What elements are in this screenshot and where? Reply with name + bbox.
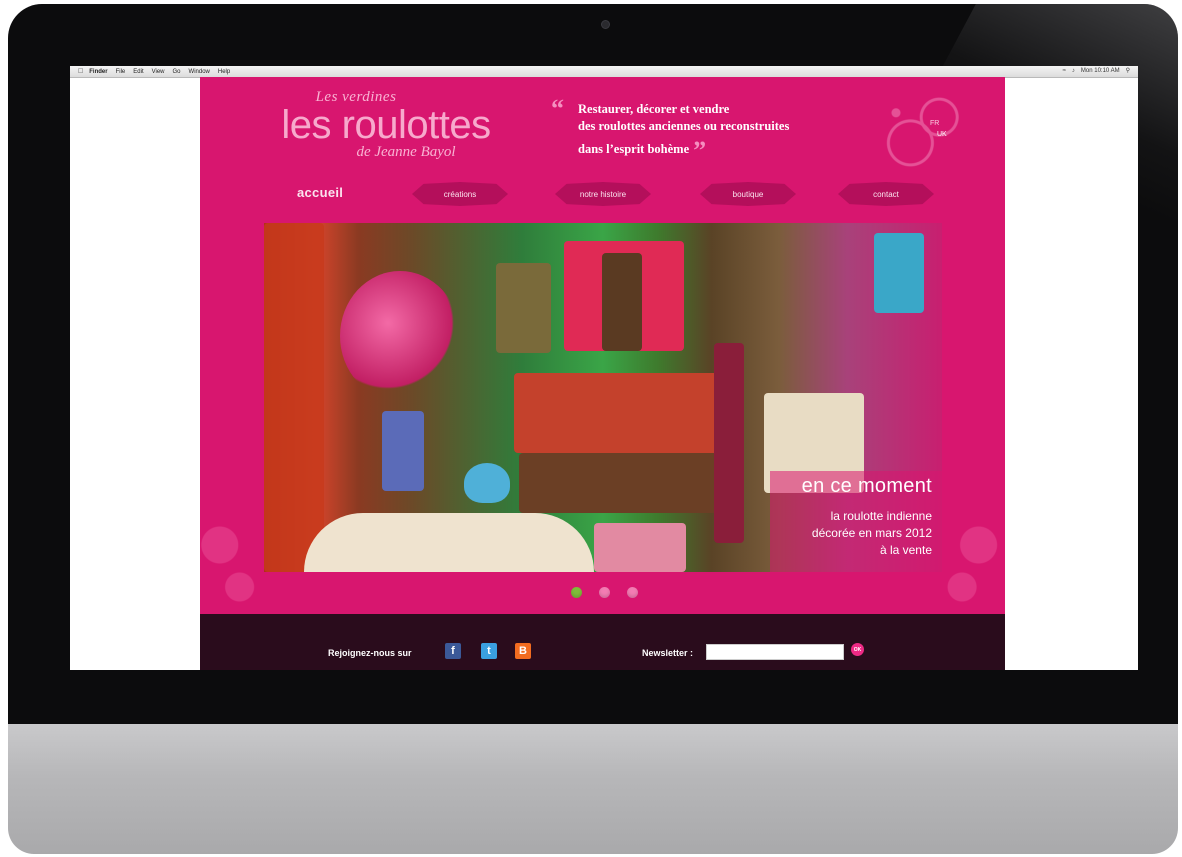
ornament-right [939, 497, 1005, 617]
hero-slide[interactable]: en ce moment la roulotte indienne décoré… [264, 223, 942, 572]
imac:  Finder File Edit View Go Window Help ≈… [8, 4, 1178, 854]
spotlight-icon[interactable]: ⚲ [1126, 67, 1130, 74]
join-us-label: Rejoignez-nous sur [328, 648, 412, 658]
menu-window[interactable]: Window [189, 69, 210, 75]
menu-edit[interactable]: Edit [133, 69, 143, 75]
screen:  Finder File Edit View Go Window Help ≈… [70, 66, 1138, 670]
volume-icon[interactable]: ♪ [1072, 68, 1075, 74]
hero-window [602, 253, 642, 351]
nav-accueil[interactable]: accueil [297, 185, 343, 200]
quote-close-mark: ” [693, 136, 707, 165]
hero-poster [496, 263, 551, 353]
hero-table [304, 513, 594, 572]
nav-contact[interactable]: contact [838, 182, 934, 206]
site-footer: Rejoignez-nous sur f t B Newsletter : OK [200, 614, 1005, 670]
ornament-flourish [872, 87, 968, 173]
quote-open-mark: “ [551, 94, 564, 123]
hero-wall-left [264, 223, 324, 572]
slider-dot-2[interactable] [599, 587, 610, 598]
lang-fr-link[interactable]: FR [930, 120, 939, 127]
newsletter-input[interactable] [706, 644, 844, 660]
menu-clock[interactable]: Mon 10:10 AM [1081, 68, 1120, 74]
nav-boutique[interactable]: boutique [700, 182, 796, 206]
hero-caption[interactable]: en ce moment la roulotte indienne décoré… [770, 471, 942, 572]
camera [601, 20, 610, 29]
hero-stool [594, 523, 686, 572]
caption-title: en ce moment [801, 475, 932, 497]
website: Les verdines les roulottes de Jeanne Bay… [200, 77, 1005, 670]
language-switcher: FR UK [872, 87, 972, 177]
hero-bed [514, 373, 724, 453]
hero-shawl [714, 343, 744, 543]
imac-bezel:  Finder File Edit View Go Window Help ≈… [8, 4, 1178, 724]
logo-line-2: les roulottes [281, 103, 491, 147]
nav-creations-label: créations [443, 189, 477, 199]
nav-notre-histoire-label: notre histoire [579, 189, 627, 199]
imac-chin [8, 724, 1178, 854]
tagline-line-3: dans l’esprit bohème [578, 142, 690, 156]
menu-finder[interactable]: Finder [89, 69, 107, 75]
menu-view[interactable]: View [152, 69, 165, 75]
site-logo[interactable]: Les verdines les roulottes de Jeanne Bay… [266, 89, 506, 169]
caption-line-2: décorée en mars 2012 [811, 526, 932, 540]
hero-hanging-cloth [874, 233, 924, 313]
newsletter-ok-button[interactable]: OK [851, 643, 864, 656]
blogger-icon[interactable]: B [515, 643, 531, 659]
menu-file[interactable]: File [116, 69, 126, 75]
apple-icon[interactable]:  [78, 68, 83, 75]
slider-dot-1[interactable] [571, 587, 582, 598]
menu-go[interactable]: Go [173, 69, 181, 75]
nav-notre-histoire[interactable]: notre histoire [555, 182, 651, 206]
tagline-quote: “ Restaurer, décorer et vendre des roulo… [551, 94, 852, 164]
lang-uk-link[interactable]: UK [937, 131, 947, 138]
hero-vase [382, 411, 424, 491]
wifi-icon[interactable]: ≈ [1063, 68, 1066, 74]
twitter-icon[interactable]: t [481, 643, 497, 659]
menu-help[interactable]: Help [218, 69, 230, 75]
nav-creations[interactable]: créations [412, 182, 508, 206]
slider-dot-3[interactable] [627, 587, 638, 598]
tagline-line-2: des roulottes anciennes ou reconstruites [578, 119, 790, 133]
tagline-line-1: Restaurer, décorer et vendre [578, 102, 730, 116]
main-nav: accueil créations notre histoire boutiqu… [200, 179, 1005, 209]
nav-contact-label: contact [873, 189, 899, 199]
caption-line-3: à la vente [879, 543, 932, 557]
caption-line-1: la roulotte indienne [830, 509, 932, 523]
facebook-icon[interactable]: f [445, 643, 461, 659]
ornament-left [200, 497, 266, 617]
hero-teapot [464, 463, 510, 503]
slider-dots [571, 587, 638, 598]
hero-bench [519, 453, 719, 513]
newsletter-label: Newsletter : [642, 648, 694, 658]
hero-flowers [340, 271, 460, 401]
menu-extras: ≈ ♪ Mon 10:10 AM ⚲ [1063, 67, 1130, 75]
nav-boutique-label: boutique [732, 189, 764, 199]
